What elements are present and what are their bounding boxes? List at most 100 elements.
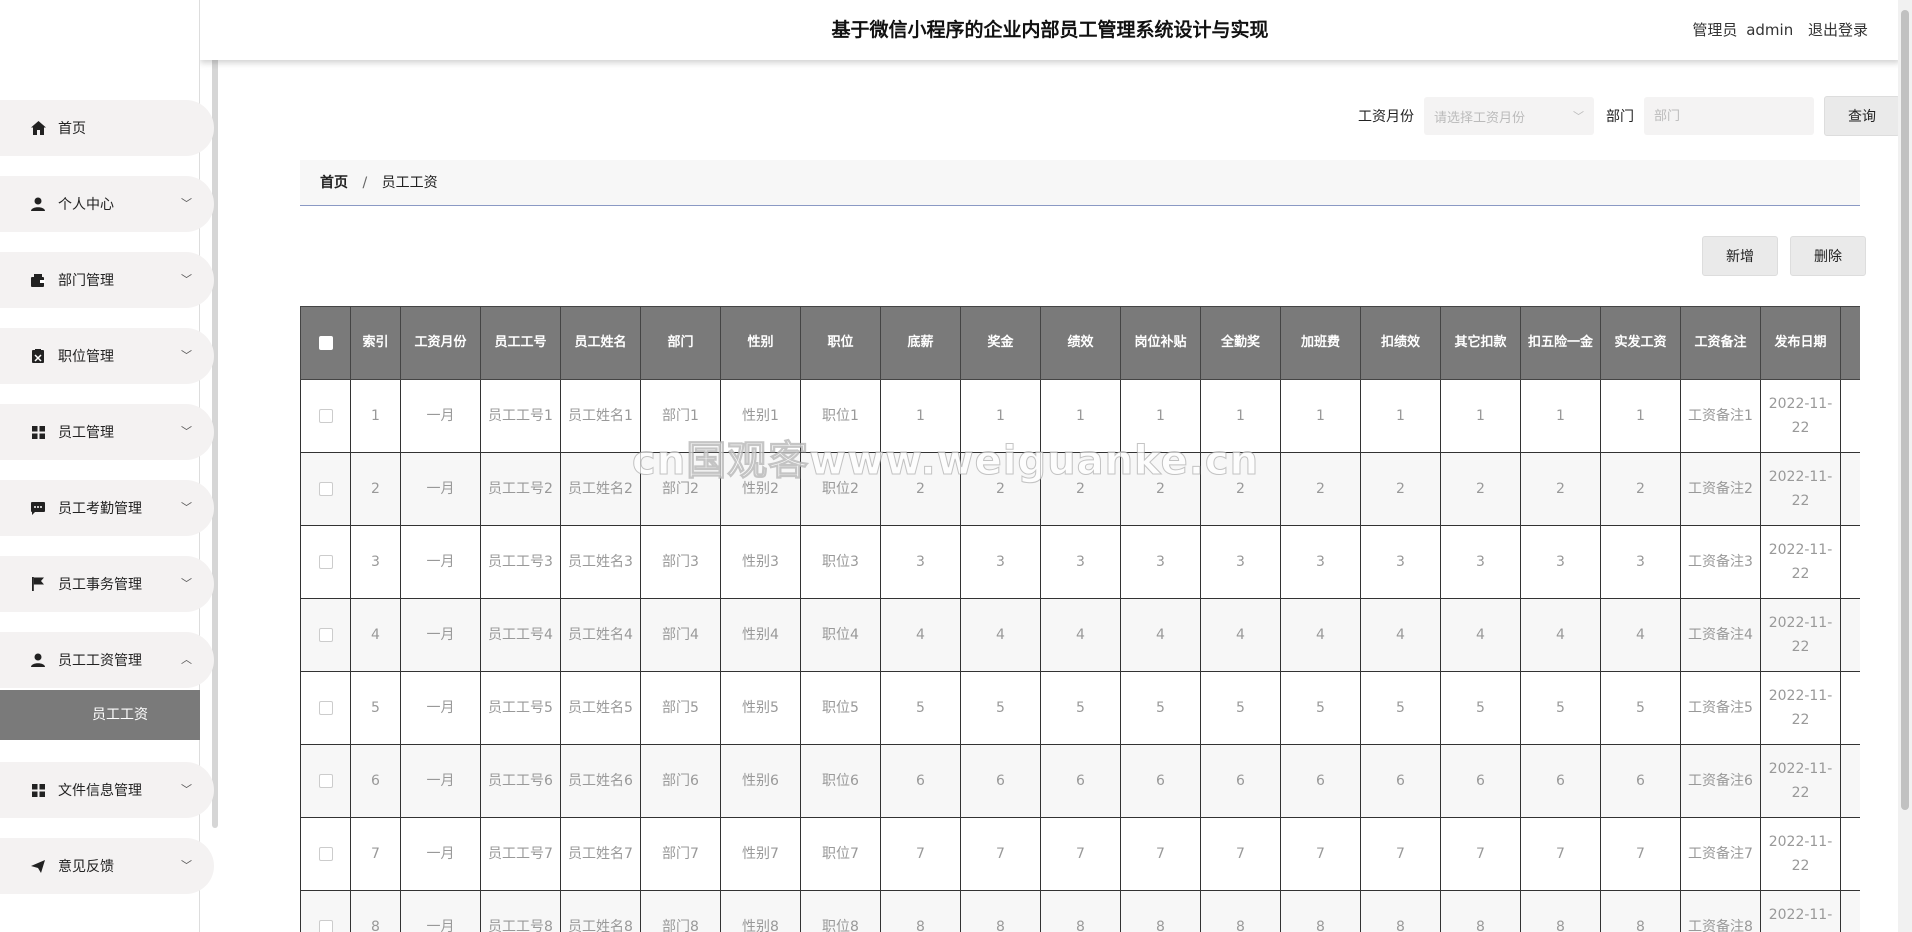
table-cell: 2022-11-22 — [1760, 671, 1841, 745]
table-cell: 6 — [1040, 744, 1121, 818]
table-row[interactable]: 2 一月 员工工号2 员工姓名2 部门2 性别2 职位2 2 2 2 2 2 2 2 2 2 2 工资备注2 202… — [300, 452, 1860, 526]
sidebar-item-salary[interactable]: 员工工资管理 ︿ — [0, 632, 214, 688]
sidebar-item-affairs[interactable]: 员工事务管理 ﹀ — [0, 556, 214, 612]
table-cell: 3 — [880, 525, 961, 599]
user-icon — [30, 652, 46, 668]
logout-link[interactable]: 退出登录 — [1808, 21, 1868, 39]
table-row[interactable]: 6 一月 员工工号6 员工姓名6 部门6 性别6 职位6 6 6 6 6 6 6 6 6 6 6 工资备注6 202… — [300, 744, 1860, 818]
row-select-cell — [300, 817, 351, 891]
sidebar-item-department[interactable]: 部门管理 ﹀ — [0, 252, 214, 308]
table-cell: 1 — [1600, 379, 1681, 453]
table-cell: 员工姓名5 — [560, 671, 641, 745]
table-cell: 6 — [1360, 744, 1441, 818]
sidebar-item-label: 员工考勤管理 — [58, 501, 142, 517]
sidebar-item-feedback[interactable]: 意见反馈 ﹀ — [0, 838, 214, 894]
table-cell: 性别1 — [720, 379, 801, 453]
table-cell: 6 — [350, 744, 401, 818]
table-cell: 一月 — [400, 525, 481, 599]
table-cell: 3 — [1600, 525, 1681, 599]
sidebar-item-label: 部门管理 — [58, 273, 114, 289]
table-cell: 部门7 — [640, 817, 721, 891]
table-cell: 一月 — [400, 890, 481, 932]
table-cell: 5 — [1120, 671, 1201, 745]
table-cell: 员工工号8 — [480, 890, 561, 932]
column-header: 员工姓名 — [560, 306, 641, 380]
table-cell: 2022-11-22 — [1760, 598, 1841, 672]
month-select[interactable]: 请选择工资月份 ﹀ — [1424, 97, 1594, 135]
table-cell: 一月 — [400, 379, 481, 453]
row-checkbox[interactable] — [318, 774, 333, 788]
wallet-icon — [30, 272, 46, 288]
table-row[interactable]: 1 一月 员工工号1 员工姓名1 部门1 性别1 职位1 1 1 1 1 1 1 1 1 1 1 工资备注1 202… — [300, 379, 1860, 453]
breadcrumb-current: 员工工资 — [381, 175, 438, 191]
sidebar-subitem-employee-salary[interactable]: 员工工资 — [0, 690, 200, 740]
table-cell: 工资备注6 — [1680, 744, 1761, 818]
table-cell: 2 — [1040, 452, 1121, 526]
row-checkbox[interactable] — [318, 555, 333, 569]
row-checkbox[interactable] — [318, 847, 333, 861]
column-header: 岗位补贴 — [1120, 306, 1201, 380]
table-cell: 7 — [1360, 817, 1441, 891]
table-cell: 2022-11-22 — [1760, 890, 1841, 932]
chevron-down-icon: ﹀ — [181, 349, 192, 362]
table-cell: 部门6 — [640, 744, 721, 818]
column-header: 扣五险一金 — [1520, 306, 1601, 380]
column-header: 绩效 — [1040, 306, 1121, 380]
table-cell: 1 — [1120, 379, 1201, 453]
page-scrollbar-thumb[interactable] — [1901, 10, 1909, 810]
select-all-checkbox[interactable] — [318, 335, 333, 350]
sidebar-item-label: 个人中心 — [58, 197, 114, 213]
table-cell: 6 — [1280, 744, 1361, 818]
sidebar-item-personal-center[interactable]: 个人中心 ﹀ — [0, 176, 214, 232]
row-actions-cell — [1840, 890, 1860, 932]
delete-button[interactable]: 删除 — [1790, 236, 1866, 276]
sidebar-item-home[interactable]: 首页 — [0, 100, 214, 156]
table-row[interactable]: 5 一月 员工工号5 员工姓名5 部门5 性别5 职位5 5 5 5 5 5 5 5 5 5 5 工资备注5 202… — [300, 671, 1860, 745]
table-cell: 3 — [1360, 525, 1441, 599]
table-row[interactable]: 3 一月 员工工号3 员工姓名3 部门3 性别3 职位3 3 3 3 3 3 3 3 3 3 3 工资备注3 202… — [300, 525, 1860, 599]
table-cell: 4 — [880, 598, 961, 672]
breadcrumb-home[interactable]: 首页 — [320, 175, 348, 191]
table-cell: 4 — [1600, 598, 1681, 672]
table-cell: 部门1 — [640, 379, 721, 453]
sidebar-item-employee[interactable]: 员工管理 ﹀ — [0, 404, 214, 460]
table-cell: 职位6 — [800, 744, 881, 818]
row-checkbox[interactable] — [318, 409, 333, 423]
search-bar: 工资月份 请选择工资月份 ﹀ 部门 查询 — [1358, 96, 1900, 136]
row-checkbox[interactable] — [318, 628, 333, 642]
dept-input[interactable] — [1644, 97, 1814, 135]
table-cell: 4 — [960, 598, 1041, 672]
table-cell: 2022-11-22 — [1760, 379, 1841, 453]
page-scrollbar[interactable] — [1898, 0, 1912, 932]
month-select-placeholder: 请选择工资月份 — [1434, 110, 1526, 126]
table-cell: 员工工号3 — [480, 525, 561, 599]
row-checkbox[interactable] — [318, 701, 333, 715]
row-checkbox[interactable] — [318, 920, 333, 932]
select-all-cell — [300, 306, 351, 380]
table-cell: 5 — [1200, 671, 1281, 745]
table-cell: 6 — [1440, 744, 1521, 818]
table-row[interactable]: 4 一月 员工工号4 员工姓名4 部门4 性别4 职位4 4 4 4 4 4 4 4 4 4 4 工资备注4 202… — [300, 598, 1860, 672]
clipboard-icon — [30, 348, 46, 364]
sidebar-item-attendance[interactable]: 员工考勤管理 ﹀ — [0, 480, 214, 536]
table-cell: 2 — [1520, 452, 1601, 526]
table-row[interactable]: 8 一月 员工工号8 员工姓名8 部门8 性别8 职位8 8 8 8 8 8 8 8 8 8 8 工资备注8 202… — [300, 890, 1860, 932]
table-cell: 2 — [350, 452, 401, 526]
chat-icon — [30, 500, 46, 516]
table-cell: 职位5 — [800, 671, 881, 745]
table-cell: 4 — [1040, 598, 1121, 672]
column-header: 加班费 — [1280, 306, 1361, 380]
grid-icon — [30, 782, 46, 798]
table-cell: 部门4 — [640, 598, 721, 672]
table-row[interactable]: 7 一月 员工工号7 员工姓名7 部门7 性别7 职位7 7 7 7 7 7 7 7 7 7 7 工资备注7 202… — [300, 817, 1860, 891]
sidebar-item-position[interactable]: 职位管理 ﹀ — [0, 328, 214, 384]
table-cell: 职位8 — [800, 890, 881, 932]
table-cell: 6 — [1600, 744, 1681, 818]
row-checkbox[interactable] — [318, 482, 333, 496]
table-cell: 1 — [1440, 379, 1521, 453]
query-button[interactable]: 查询 — [1824, 96, 1900, 136]
breadcrumb-separator: / — [362, 175, 368, 191]
sidebar-item-files[interactable]: 文件信息管理 ﹀ — [0, 762, 214, 818]
table-cell: 员工姓名3 — [560, 525, 641, 599]
add-button[interactable]: 新增 — [1702, 236, 1778, 276]
